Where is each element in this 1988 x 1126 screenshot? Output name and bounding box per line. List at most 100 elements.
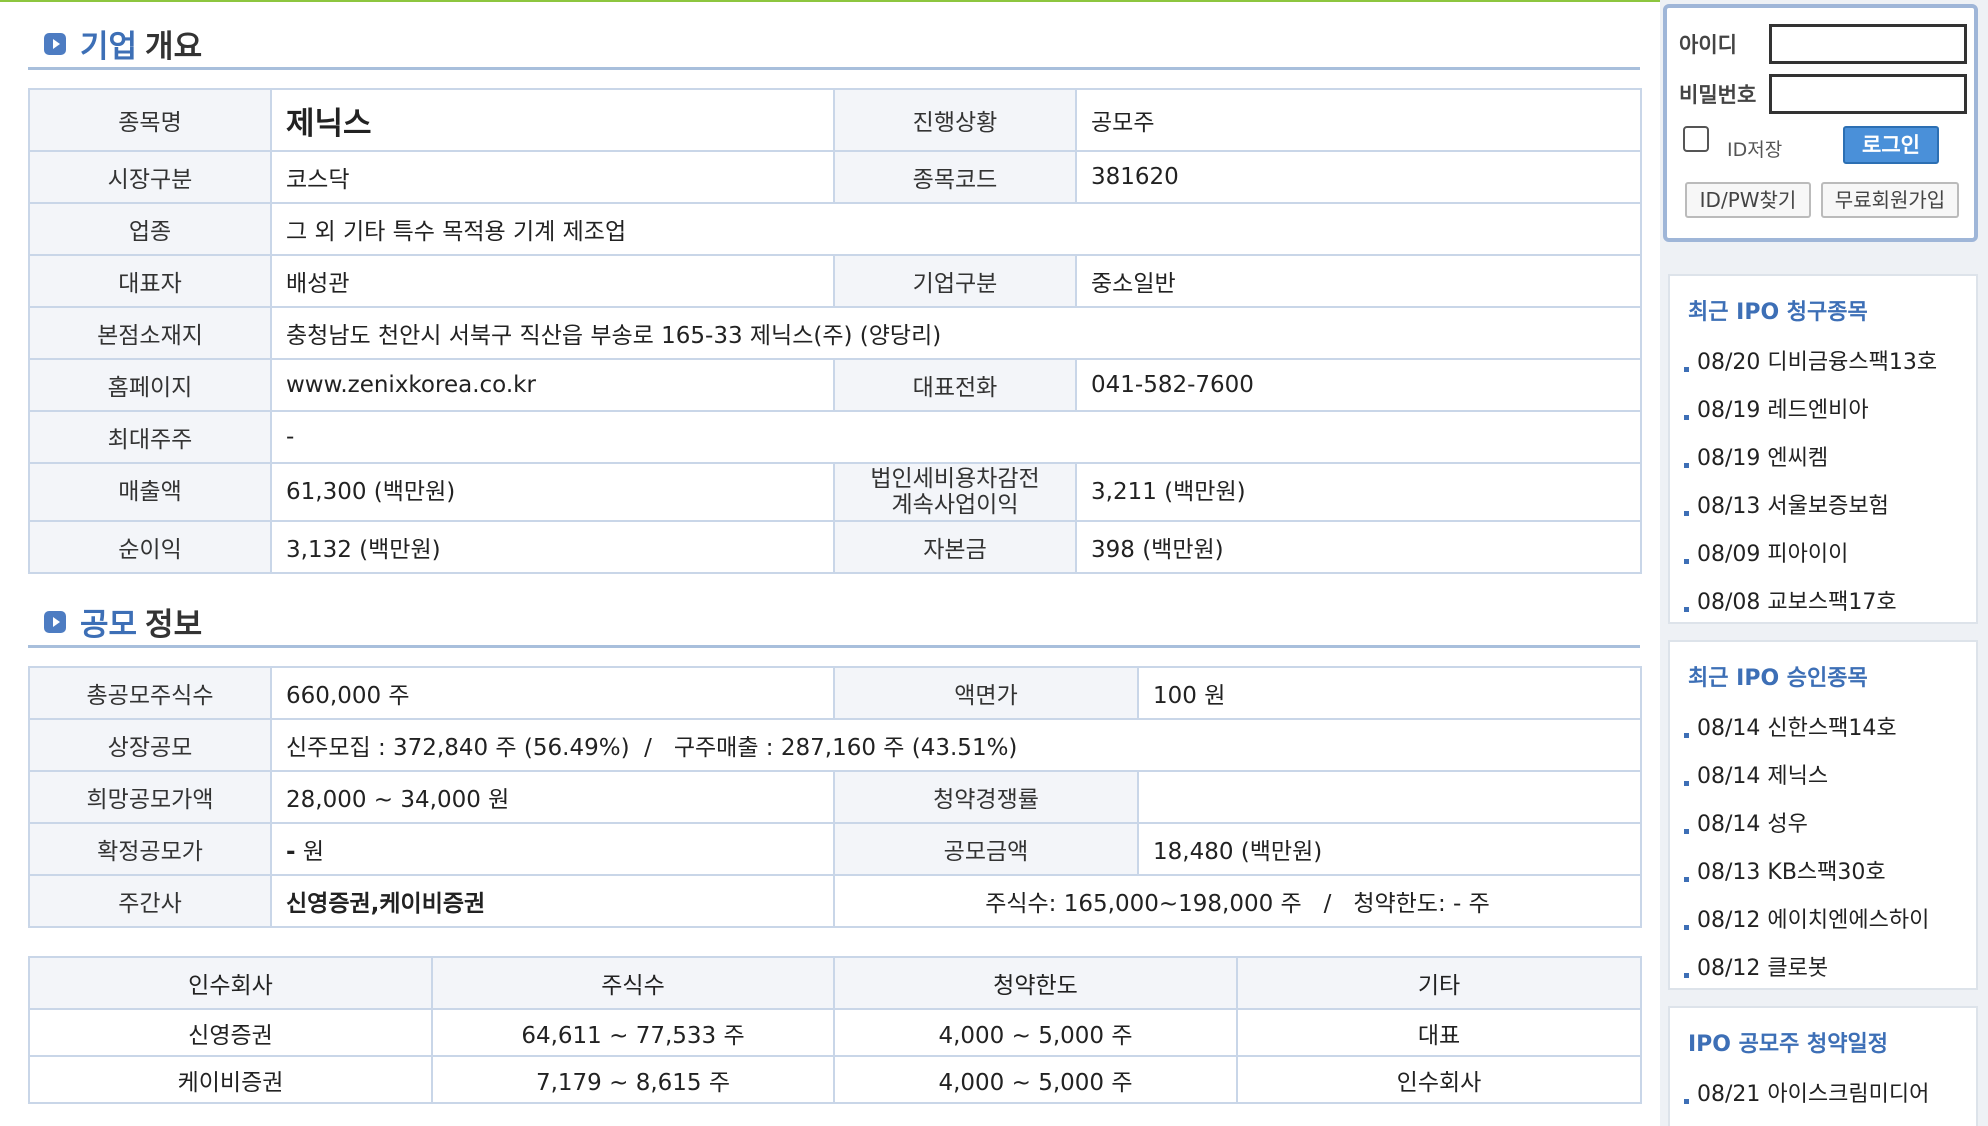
table-row: 시장구분 코스닥 종목코드 381620 [28,150,1642,204]
remember-id: ID저장 [1683,126,1782,161]
bullet-icon [1684,973,1689,978]
market-value: 코스닥 [270,150,835,204]
list-item-label: 08/13 KB스팩30호 [1697,860,1886,885]
capital-value: 398 (백만원) [1075,520,1642,574]
status-value: 공모주 [1075,88,1642,152]
find-id-pw-button[interactable]: ID/PW찾기 [1685,182,1811,218]
homepage-link[interactable]: www.zenixkorea.co.kr [270,358,835,412]
ipo-schedule-title[interactable]: IPO 공모주 청약일정 [1670,1008,1976,1060]
manager-value: 신영증권,케이비증권 [270,874,835,928]
industry-value: 그 외 기타 특수 목적용 기계 제조업 [270,202,1642,256]
list-item[interactable]: 08/14 신한스팩14호 [1684,694,1976,742]
list-item[interactable]: 08/21 아이스크림미디어 [1684,1060,1976,1108]
recent-approved-box: 최근 IPO 승인종목 08/14 신한스팩14호 08/14 제닉스 08/1… [1668,640,1978,990]
password-row: 비밀번호 [1679,74,1967,114]
password-input[interactable] [1769,74,1967,114]
recent-claim-list: 08/20 디비금융스팩13호 08/19 레드엔비아 08/19 엔씨켐 08… [1670,328,1976,616]
bullet-icon [1684,367,1689,372]
login-box: 아이디 비밀번호 ID저장 로그인 ID/PW찾기 무료회원가입 [1663,4,1978,242]
id-input[interactable] [1769,24,1967,64]
par-value-value: 100 원 [1137,666,1642,720]
list-item[interactable]: 08/13 KB스팩30호 [1684,838,1976,886]
list-item[interactable]: 08/08 교보스팩17호 [1684,568,1976,616]
recent-claim-title[interactable]: 최근 IPO 청구종목 [1670,276,1976,328]
net-income-label: 순이익 [28,520,272,574]
password-label: 비밀번호 [1679,83,1757,107]
list-item-label: 08/20 디비금융스팩13호 [1697,350,1938,375]
table-cell: 4,000 ~ 5,000 주 [833,1055,1238,1104]
name-value: 제닉스 [270,88,835,152]
bullet-icon [1684,1099,1689,1104]
remember-id-checkbox[interactable] [1683,126,1709,152]
ceo-value: 배성관 [270,254,835,308]
name-label: 종목명 [28,88,272,152]
column-header: 주식수 [431,956,835,1010]
company-overview-table: 종목명 제닉스 진행상황 공모주 시장구분 코스닥 종목코드 381620 업종… [28,88,1642,574]
listing-offer-value: 신주모집 : 372,840 주 (56.49%) / 구주매출 : 287,1… [270,718,1642,772]
remember-id-label: ID저장 [1727,139,1783,161]
table-cell: 64,611 ~ 77,533 주 [431,1008,835,1057]
list-item-label: 08/13 서울보증보험 [1697,494,1889,519]
bullet-icon [1684,829,1689,834]
list-item-label: 08/19 레드엔비아 [1697,398,1869,423]
bullet-icon [1684,463,1689,468]
table-row: 케이비증권 7,179 ~ 8,615 주 4,000 ~ 5,000 주 인수… [28,1055,1642,1104]
section-title-blue: 기업 [80,29,138,65]
phone-value: 041-582-7600 [1075,358,1642,412]
offer-amount-label: 공모금액 [833,822,1139,876]
confirmed-price-value: - 원 [270,822,835,876]
shareholder-label: 최대주주 [28,410,272,464]
table-row: 홈페이지 www.zenixkorea.co.kr 대표전화 041-582-7… [28,358,1642,412]
table-row: 최대주주 - [28,410,1642,464]
list-item[interactable]: 08/12 에이치엔에스하이 [1684,886,1976,934]
hope-price-value: 28,000 ~ 34,000 원 [270,770,835,824]
login-button[interactable]: 로그인 [1843,126,1939,164]
list-item[interactable]: 08/12 클로봇 [1684,934,1976,982]
table-row: 순이익 3,132 (백만원) 자본금 398 (백만원) [28,520,1642,574]
list-item-label: 08/21 아이스크림미디어 [1697,1082,1930,1107]
list-item-label: 08/09 피아이이 [1697,542,1849,567]
offer-amount-value: 18,480 (백만원) [1137,822,1642,876]
industry-label: 업종 [28,202,272,256]
recent-approved-title[interactable]: 최근 IPO 승인종목 [1670,642,1976,694]
top-accent-line [0,0,1660,2]
list-item[interactable]: 08/14 제닉스 [1684,742,1976,790]
bullet-icon [1684,781,1689,786]
column-header: 인수회사 [28,956,433,1010]
table-row: 신영증권 64,611 ~ 77,533 주 4,000 ~ 5,000 주 대… [28,1008,1642,1057]
list-item-label: 08/14 성우 [1697,812,1808,837]
competition-rate-label: 청약경쟁률 [833,770,1139,824]
list-item[interactable]: 08/19 레드엔비아 [1684,376,1976,424]
total-shares-value: 660,000 주 [270,666,835,720]
offering-info-title: 공모 정보 [28,598,1640,648]
section-arrow-icon [44,32,66,55]
list-item[interactable]: 08/20 디비금융스팩13호 [1684,328,1976,376]
list-item-label: 08/14 제닉스 [1697,764,1829,789]
code-label: 종목코드 [833,150,1077,204]
company-overview-title: 기업 개요 [28,20,1640,70]
ipo-schedule-list: 08/21 아이스크림미디어 [1670,1060,1976,1108]
id-row: 아이디 [1679,24,1967,64]
table-cell: 7,179 ~ 8,615 주 [431,1055,835,1104]
column-header: 청약한도 [833,956,1238,1010]
column-header: 기타 [1236,956,1642,1010]
list-item[interactable]: 08/13 서울보증보험 [1684,472,1976,520]
table-cell: 인수회사 [1236,1055,1642,1104]
list-item-label: 08/12 클로봇 [1697,956,1829,981]
table-row: 주간사 신영증권,케이비증권 주식수: 165,000~198,000 주 / … [28,874,1642,928]
underwriter-table: 인수회사 주식수 청약한도 기타 신영증권 64,611 ~ 77,533 주 … [28,956,1642,1104]
pretax-label-line-2: 계속사업이익 [891,492,1019,518]
signup-button[interactable]: 무료회원가입 [1821,182,1959,218]
list-item[interactable]: 08/19 엔씨켐 [1684,424,1976,472]
list-item[interactable]: 08/09 피아이이 [1684,520,1976,568]
table-row: 상장공모 신주모집 : 372,840 주 (56.49%) / 구주매출 : … [28,718,1642,772]
confirmed-price-unit: 원 [295,839,325,865]
recent-claim-box: 최근 IPO 청구종목 08/20 디비금융스팩13호 08/19 레드엔비아 … [1668,274,1978,624]
shareholder-value: - [270,410,1642,464]
pretax-income-label: 법인세비용차감전 계속사업이익 [833,462,1077,522]
list-item[interactable]: 08/14 성우 [1684,790,1976,838]
confirmed-price-label: 확정공모가 [28,822,272,876]
list-item-label: 08/12 에이치엔에스하이 [1697,908,1930,933]
company-type-label: 기업구분 [833,254,1077,308]
table-row: 확정공모가 - 원 공모금액 18,480 (백만원) [28,822,1642,876]
